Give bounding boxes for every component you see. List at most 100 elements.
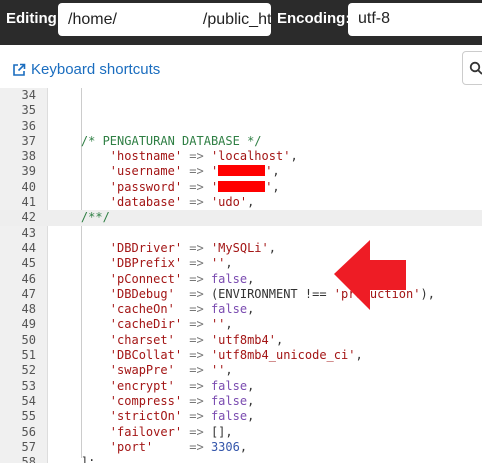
code-token: /* PENGATURAN DATABASE */	[80, 133, 262, 148]
code-line[interactable]: 53 'encrypt' => false,	[0, 379, 482, 394]
code-token: 'cacheDir'	[109, 317, 183, 332]
code-token: false	[210, 302, 248, 317]
line-text: /* PENGATURAN DATABASE */	[52, 134, 262, 149]
line-text: 'strictOn' => false,	[52, 409, 255, 424]
code-token: ,	[275, 332, 284, 347]
line-number: 37	[21, 133, 36, 148]
line-number: 58	[21, 455, 36, 463]
code-token: =>	[174, 378, 211, 393]
code-token: ''	[210, 363, 226, 378]
code-token: ,	[225, 424, 233, 439]
code-token: '	[210, 164, 219, 179]
code-line[interactable]: 36	[0, 119, 482, 134]
code-token: ,	[247, 302, 255, 317]
code-line[interactable]: 49 'cacheDir' => '',	[0, 317, 482, 332]
line-text: 'DBDriver' => 'MySQLi',	[52, 241, 276, 256]
line-number: 56	[21, 424, 36, 439]
line-number: 57	[21, 439, 36, 454]
code-token: false	[210, 271, 248, 286]
code-token: 'utf8mb4_unicode_ci'	[210, 348, 356, 363]
line-text: 'hostname' => 'localhost',	[52, 149, 298, 164]
code-line[interactable]: 37 /* PENGATURAN DATABASE */	[0, 134, 482, 149]
code-token: 'cacheOn'	[109, 302, 175, 317]
file-path-field[interactable]: /home/ /public_ht	[58, 3, 271, 36]
code-token: =>	[182, 240, 211, 255]
code-token: 'utf8mb4'	[210, 332, 276, 347]
code-token: =>	[182, 317, 211, 332]
line-number: 48	[21, 302, 36, 317]
editor-toolbar: Editing: /home/ /public_ht Encoding: utf-…	[0, 0, 482, 45]
line-text: 'pConnect' => false,	[52, 271, 255, 287]
code-line[interactable]: 57 'port' => 3306,	[0, 440, 482, 455]
code-line[interactable]: 56 'failover' => [],	[0, 425, 482, 440]
line-number: 34	[21, 88, 36, 102]
code-token: 'MySQLi'	[210, 240, 269, 255]
code-token: =>	[182, 195, 211, 210]
code-line[interactable]: 51 'DBCollat' => 'utf8mb4_unicode_ci',	[0, 348, 482, 363]
code-token: ,	[247, 195, 255, 210]
line-number: 51	[21, 348, 36, 363]
code-line[interactable]: 38 'hostname' => 'localhost',	[0, 149, 482, 164]
code-line[interactable]: 54 'compress' => false,	[0, 394, 482, 409]
line-text: 'swapPre' => '',	[52, 363, 233, 378]
code-token: ,	[225, 317, 233, 332]
redaction-bar	[218, 180, 266, 192]
code-line[interactable]: 34	[0, 88, 482, 103]
code-token: =>	[182, 256, 211, 271]
line-text: 'password' => ' ',	[52, 180, 280, 195]
code-token: ,	[225, 363, 233, 378]
code-line[interactable]: 55 'strictOn' => false,	[0, 409, 482, 424]
code-token: 3306	[210, 439, 240, 454]
code-token: false	[210, 409, 248, 424]
code-line[interactable]: 50 'charset' => 'utf8mb4',	[0, 333, 482, 348]
line-text: 'encrypt' => false,	[52, 378, 255, 394]
code-token: 'password'	[109, 179, 183, 194]
code-token: false	[210, 378, 248, 393]
code-line[interactable]: 40 'password' => ' ',	[0, 180, 482, 195]
line-text: 'port' => 3306,	[52, 440, 247, 455]
line-number: 46	[21, 271, 36, 286]
line-number: 38	[21, 149, 36, 164]
code-token: ,	[247, 393, 255, 408]
encoding-label: Encoding:	[277, 10, 351, 27]
code-token: '	[210, 179, 219, 194]
code-line[interactable]: 42 /**/	[0, 210, 482, 226]
file-path-prefix: /home/	[68, 11, 117, 28]
code-line[interactable]: 58 ];	[0, 455, 482, 463]
line-text: 'DBCollat' => 'utf8mb4_unicode_ci',	[52, 348, 363, 363]
code-editor[interactable]: 34 35 36 37 /* PENGATURAN DATABASE */38 'ho…	[0, 88, 482, 463]
line-number: 45	[21, 256, 36, 271]
code-token: 'database'	[109, 195, 183, 210]
code-line[interactable]: 39 'username' => ' ',	[0, 164, 482, 179]
external-link-icon	[13, 63, 26, 76]
line-text: 'cacheOn' => false,	[52, 302, 255, 317]
code-line[interactable]: 52 'swapPre' => '',	[0, 363, 482, 378]
code-token: =>	[182, 409, 211, 424]
code-token: =>	[174, 332, 211, 347]
code-line[interactable]: 35	[0, 103, 482, 118]
line-number: 43	[21, 225, 36, 240]
code-token: =>	[182, 164, 211, 179]
code-token: ,	[268, 240, 276, 255]
code-token: 'udo'	[210, 195, 248, 210]
code-token: 'swapPre'	[109, 363, 175, 378]
code-token: ''	[210, 317, 226, 332]
code-token: 'DBDriver'	[109, 240, 183, 255]
code-line[interactable]: 41 'database' => 'udo',	[0, 195, 482, 210]
line-number: 42	[21, 210, 36, 225]
code-token: ,	[290, 149, 298, 164]
code-token: 'compress'	[109, 393, 183, 408]
encoding-select[interactable]: utf-8	[348, 3, 482, 36]
search-button[interactable]	[462, 51, 482, 85]
code-token: 'charset'	[109, 332, 175, 347]
file-path-suffix: /public_ht	[202, 11, 271, 28]
keyboard-shortcuts-link[interactable]: Keyboard shortcuts	[12, 61, 160, 78]
code-token: 'DBCollat'	[109, 348, 183, 363]
